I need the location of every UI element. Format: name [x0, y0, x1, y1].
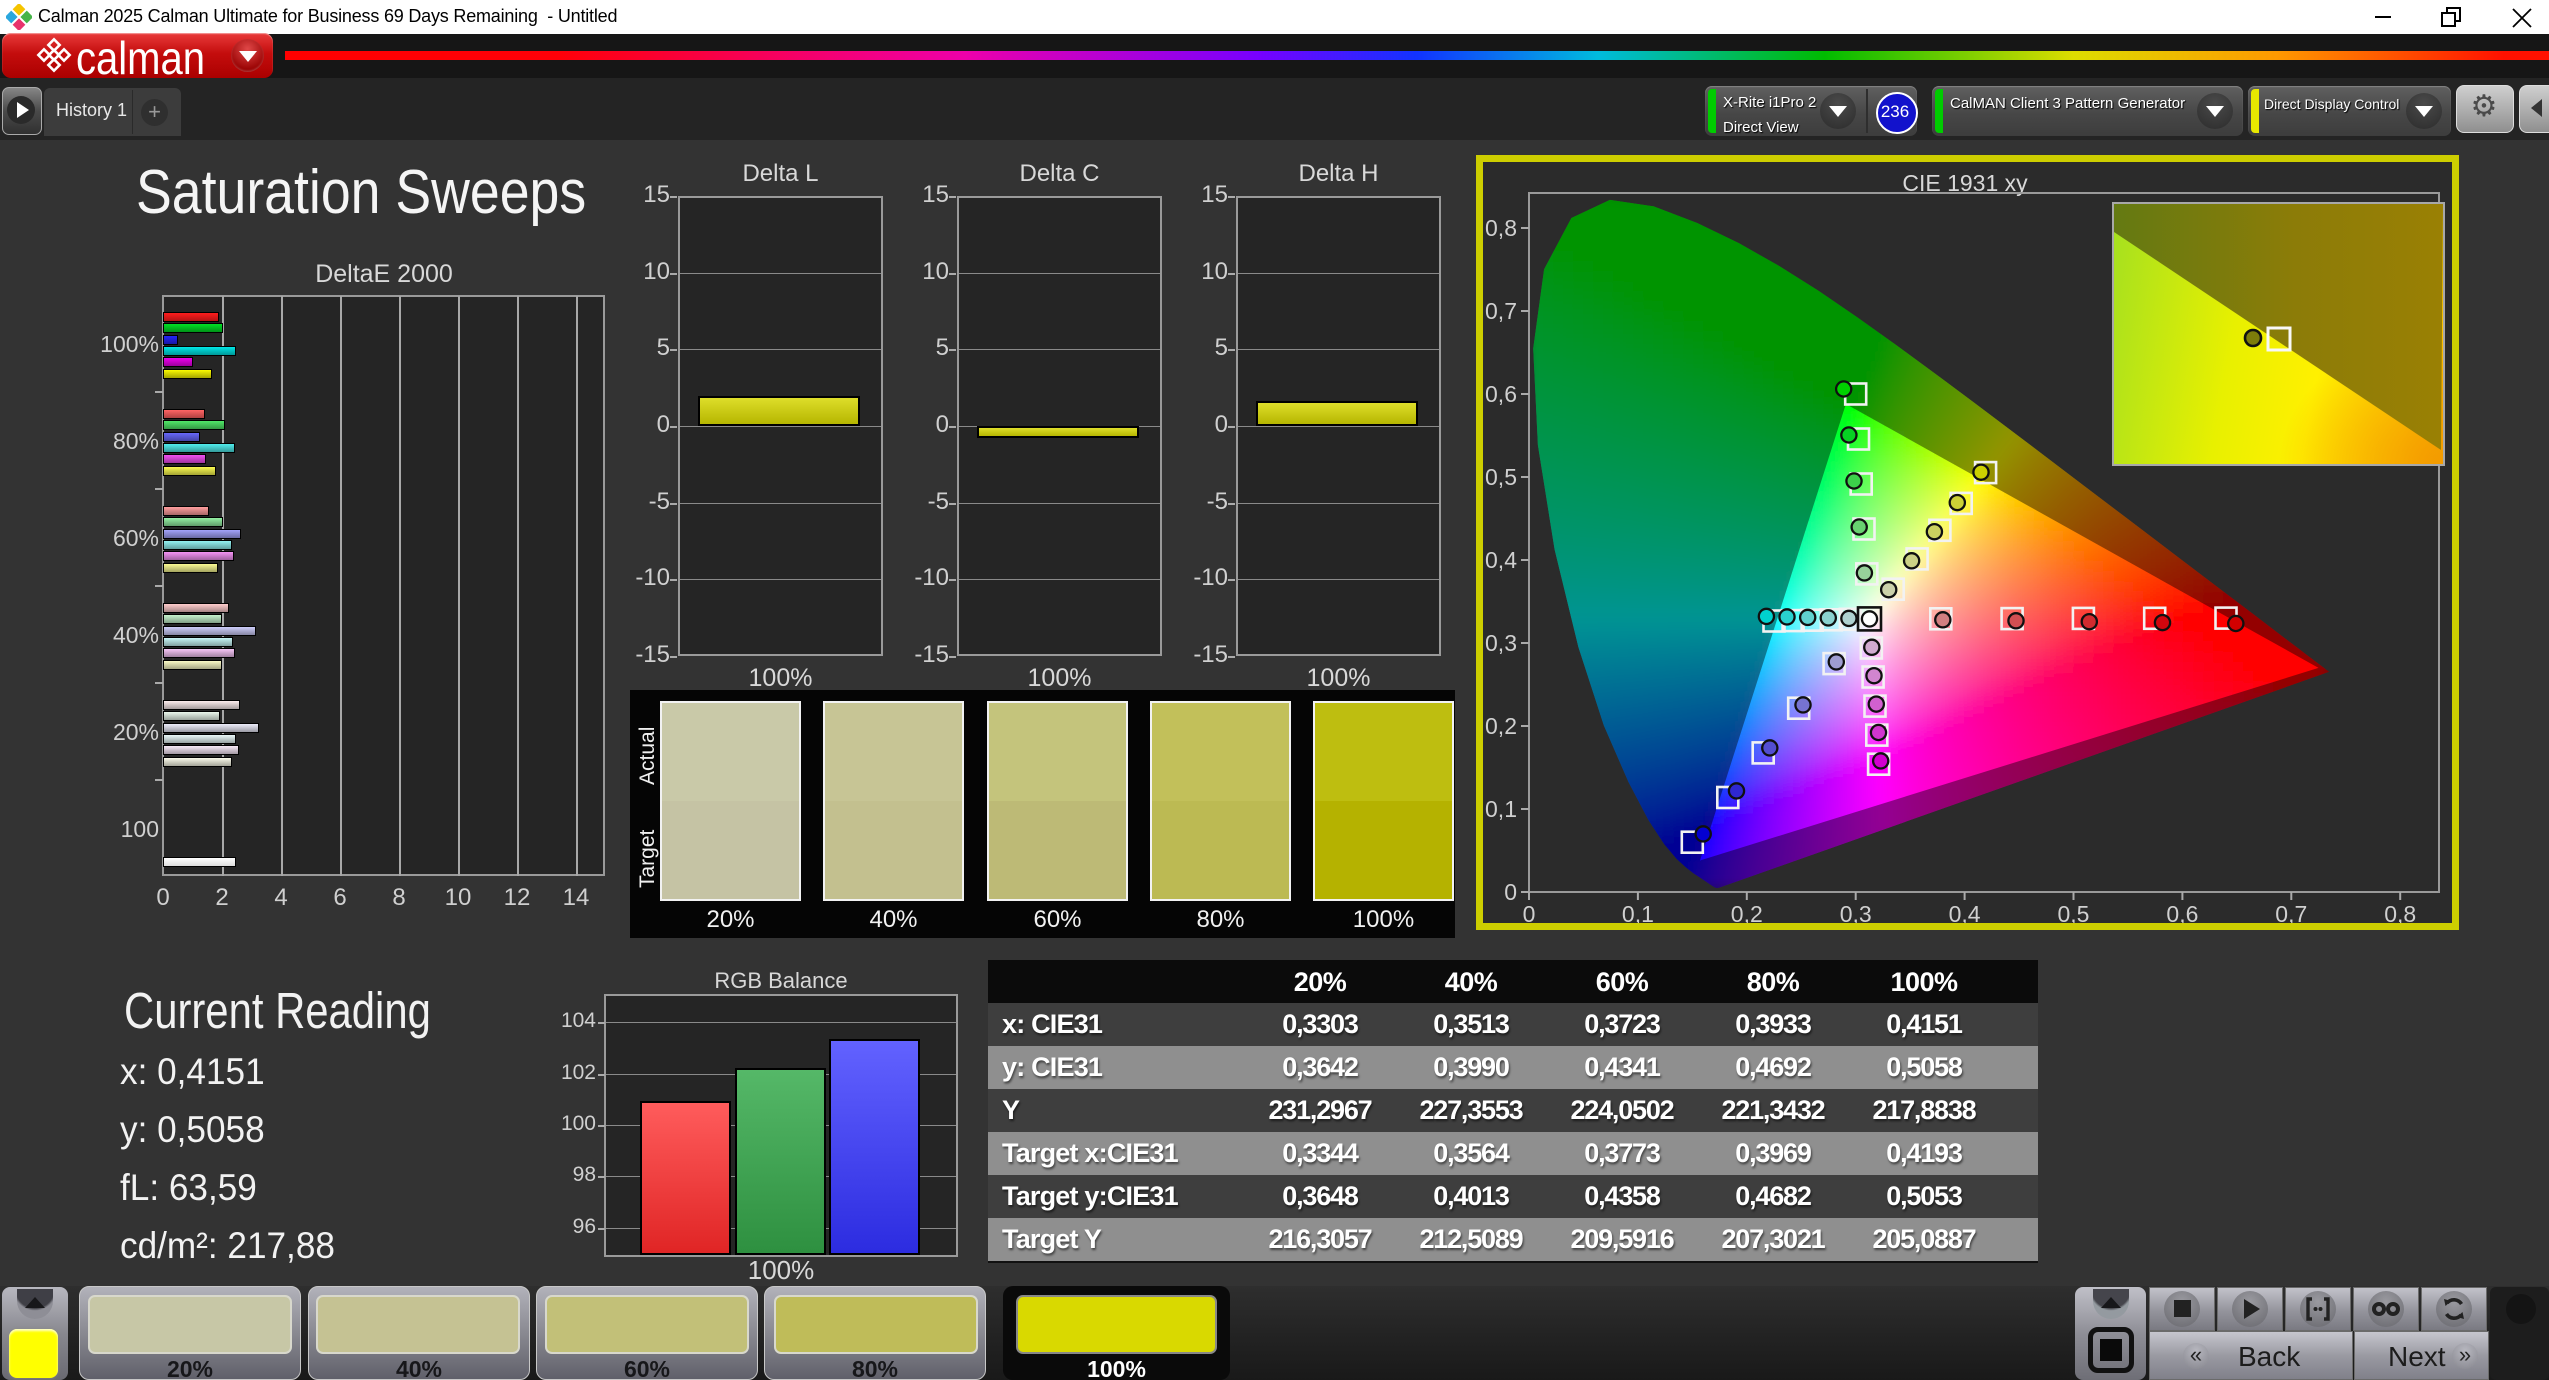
svg-text:0,7: 0,7: [2275, 901, 2307, 923]
svg-text:0,1: 0,1: [1622, 901, 1654, 923]
svg-text:0,2: 0,2: [1485, 713, 1517, 739]
svg-text:0,5: 0,5: [1485, 464, 1517, 490]
svg-text:0,7: 0,7: [1485, 298, 1517, 324]
svg-text:0,1: 0,1: [1485, 796, 1517, 822]
svg-text:0,4: 0,4: [1485, 547, 1517, 573]
svg-text:0,5: 0,5: [2058, 901, 2090, 923]
svg-text:0,8: 0,8: [1485, 215, 1517, 241]
svg-text:0,6: 0,6: [1485, 381, 1517, 407]
svg-text:0,4: 0,4: [1949, 901, 1981, 923]
svg-text:0,6: 0,6: [2166, 901, 2198, 923]
svg-text:0: 0: [1523, 901, 1536, 923]
svg-text:0,3: 0,3: [1485, 630, 1517, 656]
svg-text:0: 0: [1504, 879, 1517, 905]
svg-text:0,2: 0,2: [1731, 901, 1763, 923]
svg-text:0,3: 0,3: [1840, 901, 1872, 923]
svg-text:0,8: 0,8: [2384, 901, 2416, 923]
